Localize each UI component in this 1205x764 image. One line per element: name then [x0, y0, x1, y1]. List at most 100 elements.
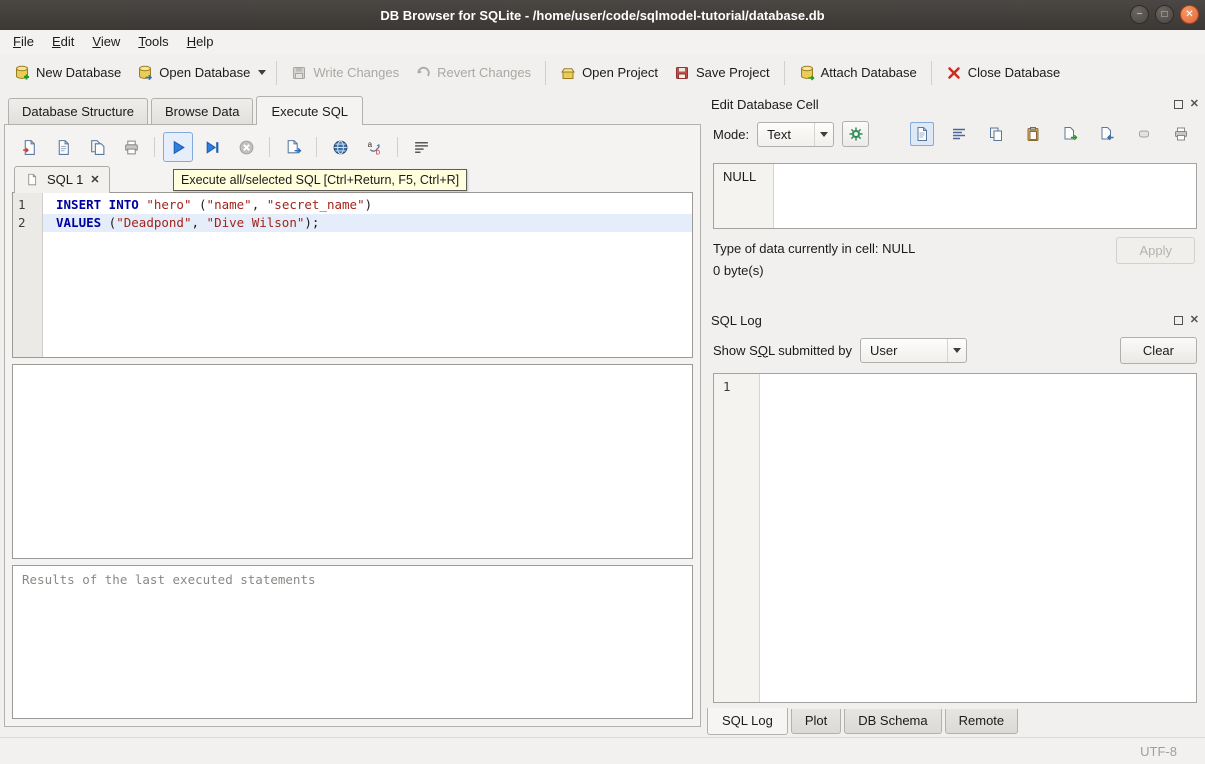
new-database-button[interactable]: New Database — [6, 59, 129, 87]
close-database-label: Close Database — [968, 65, 1061, 80]
sql-log-dock-titlebar: SQL Log ✕ — [705, 309, 1205, 331]
tab-plot[interactable]: Plot — [791, 709, 841, 734]
text-document-icon — [914, 126, 930, 142]
sql-toolbar-separator — [269, 137, 270, 157]
show-sql-label-post: L submitted by — [768, 343, 852, 358]
find-button[interactable] — [325, 132, 355, 162]
main-toolbar: New Database Open Database Write Changes… — [0, 54, 1205, 91]
tab-sql-log[interactable]: SQL Log — [707, 708, 788, 735]
open-sql-file-icon — [21, 139, 38, 156]
import-cell-button[interactable] — [1058, 122, 1082, 146]
menu-help[interactable]: Help — [178, 30, 223, 54]
attach-database-button[interactable]: Attach Database — [791, 59, 925, 87]
save-sql-file-as-icon — [89, 139, 106, 156]
minimize-button[interactable]: − — [1130, 5, 1149, 24]
sql-log-controls: Show SQL submitted by User Clear — [705, 331, 1205, 369]
find-replace-button[interactable]: ab — [359, 132, 389, 162]
close-button[interactable]: ✕ — [1180, 5, 1199, 24]
right-pane: Edit Database Cell ✕ Mode: Text — [705, 91, 1205, 737]
execute-all-button[interactable] — [163, 132, 193, 162]
dock-controls: ✕ — [1174, 315, 1199, 326]
menu-view[interactable]: View — [83, 30, 129, 54]
open-database-button[interactable]: Open Database — [129, 59, 258, 87]
sql-code-line[interactable]: VALUES ("Deadpond", "Dive Wilson"); — [43, 214, 692, 232]
cell-editor-content[interactable] — [774, 164, 1196, 228]
save-sql-file-as-button[interactable] — [82, 132, 112, 162]
window-controls: − □ ✕ — [1130, 5, 1199, 24]
sql-code-line[interactable]: INSERT INTO "hero" ("name", "secret_name… — [43, 196, 692, 214]
tab-browse-data[interactable]: Browse Data — [151, 98, 253, 124]
write-changes-button[interactable]: Write Changes — [283, 59, 407, 87]
menu-file[interactable]: File — [4, 30, 43, 54]
app-window: DB Browser for SQLite - /home/user/code/… — [0, 0, 1205, 764]
show-sql-label-mnemonic: Q — [758, 343, 768, 358]
paste-cell-button[interactable] — [1021, 122, 1045, 146]
sql-doc-tab[interactable]: SQL 1 ✕ — [14, 166, 110, 193]
text-mode-button[interactable] — [910, 122, 934, 146]
log-line-number: 1 — [723, 379, 731, 394]
save-results-button[interactable] — [278, 132, 308, 162]
close-dock-icon[interactable]: ✕ — [1190, 99, 1199, 110]
copy-cell-button[interactable] — [984, 122, 1008, 146]
mode-select[interactable]: Text — [757, 122, 834, 147]
sql-toolbar-separator — [316, 137, 317, 157]
new-database-label: New Database — [36, 65, 121, 80]
open-project-button[interactable]: Open Project — [552, 59, 666, 87]
dock-controls: ✕ — [1174, 99, 1199, 110]
maximize-button[interactable]: □ — [1155, 5, 1174, 24]
set-null-button[interactable] — [1132, 122, 1156, 146]
encoding-indicator[interactable]: UTF-8 — [1140, 744, 1177, 759]
sql-editor[interactable]: 12 INSERT INTO "hero" ("name", "secret_n… — [12, 192, 693, 358]
show-sql-label-pre: Show S — [713, 343, 758, 358]
auto-apply-button[interactable] — [842, 121, 869, 147]
null-icon — [1136, 126, 1152, 142]
menu-edit[interactable]: Edit — [43, 30, 83, 54]
cell-editor[interactable]: NULL — [713, 163, 1197, 229]
gear-icon — [848, 126, 864, 142]
sql-document-icon — [24, 173, 40, 186]
sql-log-content[interactable] — [760, 374, 1196, 702]
export-cell-button[interactable] — [1095, 122, 1119, 146]
revert-changes-button[interactable]: Revert Changes — [407, 59, 539, 87]
print-sql-button[interactable] — [116, 132, 146, 162]
tab-remote[interactable]: Remote — [945, 709, 1019, 734]
toolbar-separator — [784, 61, 785, 85]
svg-text:a: a — [367, 139, 372, 148]
save-project-button[interactable]: Save Project — [666, 59, 778, 87]
close-database-button[interactable]: Close Database — [938, 59, 1069, 87]
float-dock-icon[interactable] — [1174, 100, 1183, 109]
sql-editor-lines[interactable]: INSERT INTO "hero" ("name", "secret_name… — [43, 193, 692, 357]
print-cell-button[interactable] — [1169, 122, 1193, 146]
float-dock-icon[interactable] — [1174, 316, 1183, 325]
sql-toolbar: ab — [12, 130, 693, 164]
word-wrap-icon — [413, 139, 430, 156]
cell-info: Type of data currently in cell: NULL 0 b… — [705, 229, 1205, 297]
clear-log-button[interactable]: Clear — [1120, 337, 1197, 364]
close-dock-icon[interactable]: ✕ — [1190, 315, 1199, 326]
word-wrap-button[interactable] — [406, 132, 436, 162]
word-wrap-cell-button[interactable] — [947, 122, 971, 146]
close-tab-icon[interactable]: ✕ — [90, 173, 99, 186]
tab-execute-sql[interactable]: Execute SQL — [256, 96, 363, 125]
save-project-icon — [674, 65, 690, 81]
tab-db-schema[interactable]: DB Schema — [844, 709, 941, 734]
window-title: DB Browser for SQLite - /home/user/code/… — [380, 8, 824, 23]
menu-tools[interactable]: Tools — [129, 30, 177, 54]
apply-button[interactable]: Apply — [1116, 237, 1195, 264]
save-sql-file-button[interactable] — [48, 132, 78, 162]
sql-log-view[interactable]: 1 — [713, 373, 1197, 703]
results-grid[interactable] — [12, 364, 693, 559]
open-database-icon — [137, 65, 153, 81]
edit-cell-dock-title: Edit Database Cell — [711, 97, 819, 112]
log-filter-select[interactable]: User — [860, 338, 967, 363]
main-area: Database Structure Browse Data Execute S… — [0, 91, 1205, 737]
execute-current-line-button[interactable] — [197, 132, 227, 162]
open-database-dropdown[interactable] — [254, 60, 270, 86]
sql-toolbar-separator — [154, 137, 155, 157]
stop-execution-button[interactable] — [231, 132, 261, 162]
open-sql-file-button[interactable] — [14, 132, 44, 162]
tab-database-structure[interactable]: Database Structure — [8, 98, 148, 124]
execute-sql-panel: ab SQL 1 ✕ Execute all/select — [4, 124, 701, 727]
line-number: 1 — [18, 196, 42, 214]
save-sql-file-icon — [55, 139, 72, 156]
